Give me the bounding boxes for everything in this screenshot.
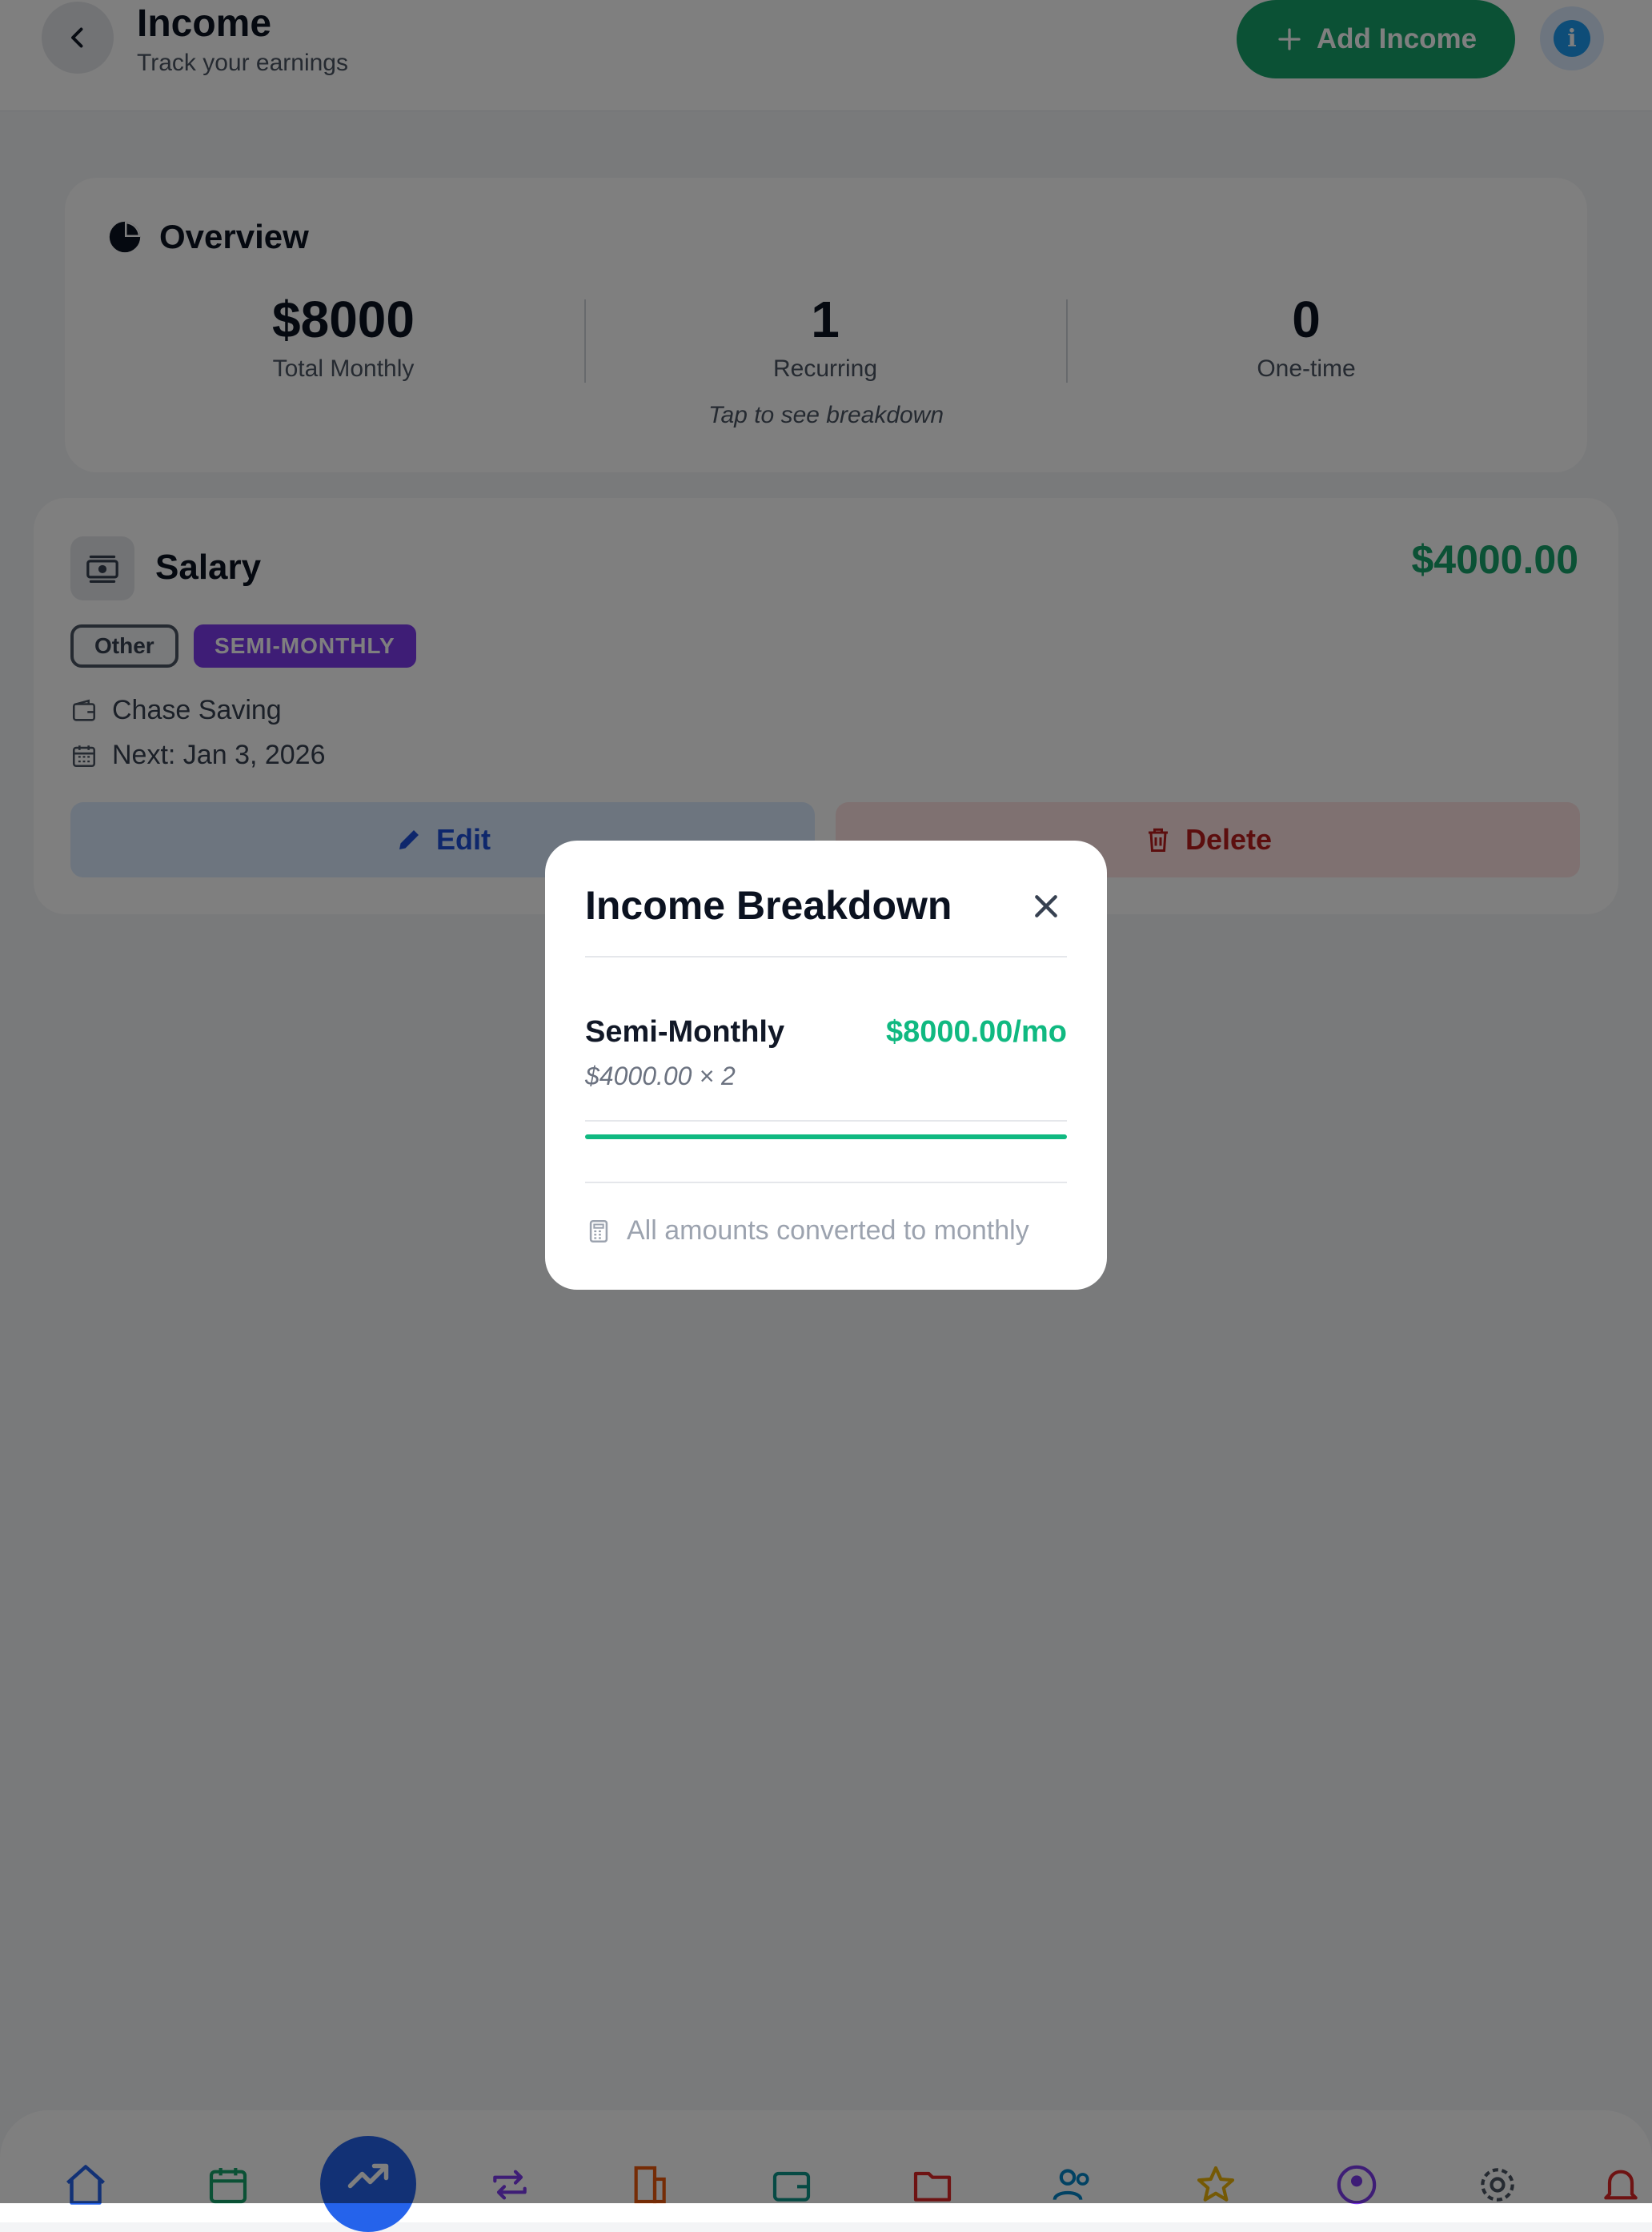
breakdown-label: Semi-Monthly [585, 1015, 785, 1049]
modal-divider [585, 1182, 1067, 1183]
calculator-icon [589, 1219, 608, 1242]
breakdown-bar [585, 1134, 1067, 1139]
breakdown-amount: $8000.00/mo [885, 1015, 1067, 1049]
breakdown-track [585, 1120, 1067, 1122]
income-breakdown-modal: Income Breakdown Semi-Monthly $8000.00/m… [545, 841, 1107, 1290]
modal-divider [585, 956, 1067, 957]
breakdown-detail: $4000.00 × 2 [585, 1062, 736, 1090]
close-icon [1035, 895, 1057, 917]
modal-title: Income Breakdown [585, 883, 952, 928]
footer-note: All amounts converted to monthly [627, 1215, 1029, 1246]
modal-footer: All amounts converted to monthly [585, 1215, 1067, 1246]
close-button[interactable] [1022, 882, 1070, 930]
